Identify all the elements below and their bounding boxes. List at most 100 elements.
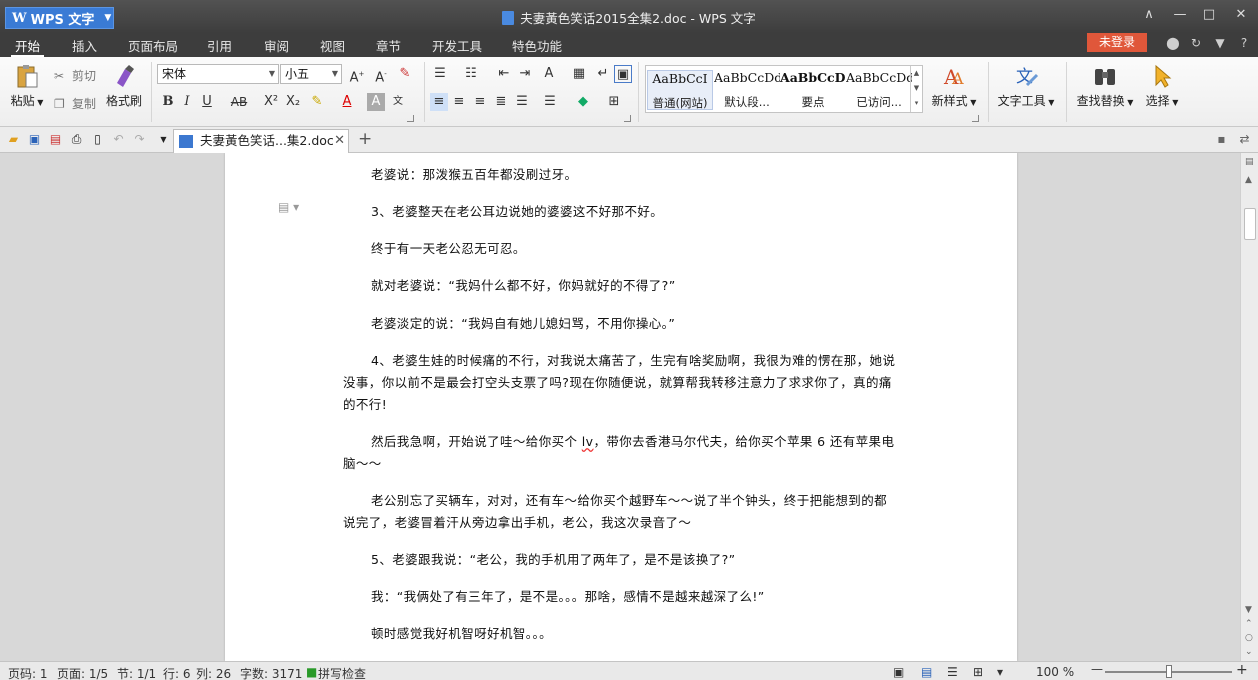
tab-options-icon[interactable]: ⇄ [1237,132,1252,147]
increase-indent-icon[interactable]: ⇥ [516,65,534,83]
clear-format-icon[interactable]: ✎ [396,65,414,83]
bold-icon[interactable]: B [159,93,177,111]
style-key-point[interactable]: AaBbCcDd 要点 [780,70,846,110]
align-right-icon[interactable]: ≡ [471,93,489,111]
prev-page-icon[interactable]: ⌃ [1245,619,1253,629]
cut-button[interactable]: ✂ 剪切 [54,67,96,84]
distribute-icon[interactable]: ☰ [513,93,531,111]
style-default-paragraph[interactable]: AaBbCcDd 默认段... [714,70,780,110]
zoom-level[interactable]: 100 % [1036,665,1074,679]
line-spacing-icon[interactable]: ☰ [541,93,559,111]
chinese-layout-icon[interactable]: A [540,65,558,83]
open-icon[interactable]: ▰ [6,132,21,147]
paragraph[interactable]: 然后我急啊，开始说了哇～给你买个 lv，带你去香港马尔代夫，给你买个苹果 6 还… [343,431,898,475]
next-page-icon[interactable]: ⌄ [1245,647,1253,657]
scroll-down-icon[interactable]: ▼ [1245,605,1252,615]
print-preview-icon[interactable]: ▯ [90,132,105,147]
page-count[interactable]: 页面: 1/5 [57,665,108,680]
page-view-icon[interactable]: ▤ [921,665,932,679]
text-tools-button[interactable]: 文 文字工具 ▼ [995,63,1057,109]
underline-icon[interactable]: U [198,93,216,111]
paragraph[interactable]: 老婆淡定的说：“我妈自有她儿媳妇骂，不用你操心。” [343,313,898,335]
superscript-icon[interactable]: X² [262,93,280,111]
shading-icon[interactable]: ◆ [574,93,592,111]
styles-dialog-launcher[interactable] [972,115,979,122]
spelling-error[interactable]: lv [582,434,594,449]
tab-insert[interactable]: 插入 [72,36,97,54]
align-center-icon[interactable]: ≡ [450,93,468,111]
paragraph[interactable]: 4、老婆生娃的时候痛的不行，对我说太痛苦了，生完有啥奖励啊，我很为难的愣在那，她… [343,350,898,416]
font-color-icon[interactable]: A [338,93,356,111]
word-count[interactable]: 字数: 3171 [240,665,302,680]
minimize-button[interactable]: — [1167,5,1193,25]
tab-references[interactable]: 引用 [207,36,232,54]
outline-view-icon[interactable]: ☰ [947,665,958,679]
tab-view[interactable]: 视图 [320,36,345,54]
align-left-icon[interactable]: ≡ [430,93,448,111]
shirt-icon[interactable]: ▼ [1212,36,1228,52]
find-replace-button[interactable]: 查找替换 ▼ [1074,63,1136,109]
web-view-icon[interactable]: ⊞ [973,665,983,679]
font-dialog-launcher[interactable] [407,115,414,122]
copy-button[interactable]: ❐ 复制 [54,95,96,112]
scroll-thumb[interactable] [1244,208,1256,240]
paragraph[interactable]: 就对老婆说：“我妈什么都不好，你妈就好的不得了?” [343,275,898,297]
collapse-ribbon-button[interactable]: ∧ [1136,5,1162,25]
tab-home[interactable]: 开始 [10,36,45,57]
tab-page-layout[interactable]: 页面布局 [128,36,178,54]
zoom-in-icon[interactable]: + [1236,662,1248,678]
format-painter-button[interactable]: 格式刷 [104,63,144,109]
paragraph-dialog-launcher[interactable] [624,115,631,122]
paragraph-tag-icon[interactable]: ▤ ▾ [278,200,299,214]
close-button[interactable]: ✕ [1228,5,1254,25]
print-icon[interactable]: ⎙ [69,132,84,147]
shrink-font-icon[interactable]: A- [372,65,390,85]
paragraph[interactable]: 终于有一天老公忍无可忍。 [343,238,898,260]
restore-view-icon[interactable]: ▪ [1214,132,1229,147]
save-icon[interactable]: ▣ [27,132,42,147]
show-marks-icon[interactable]: ↵ [594,65,612,83]
tab-sections[interactable]: 章节 [376,36,401,54]
tab-special[interactable]: 特色功能 [512,36,562,54]
borders-icon[interactable]: ⊞ [605,93,623,111]
paragraph[interactable]: 我：“我俩处了有三年了，是不是。。。那啥，感情不是越来越深了么!” [343,586,898,608]
paste-button[interactable]: 粘贴 ▼ [8,63,46,109]
redo-icon[interactable]: ↷ [132,132,147,147]
subscript-icon[interactable]: X₂ [284,93,302,111]
help-icon[interactable]: ? [1236,36,1252,52]
paragraph[interactable]: 顿时感觉我好机智呀好机智。。。 [343,623,898,645]
style-visited[interactable]: AaBbCcDd 已访问... [846,70,912,110]
text-box-icon[interactable]: ▣ [614,65,632,83]
zoom-slider-thumb[interactable] [1165,665,1172,678]
document-tab[interactable]: 夫妻黃色笑话...集2.doc ✕ [173,129,349,153]
skin-icon[interactable]: ⬤ [1165,36,1181,52]
paragraph[interactable]: 老婆说：那泼猴五百年都没刷过牙。 [343,164,898,186]
ruler-toggle-icon[interactable]: ▤ [1245,157,1254,167]
font-name-select[interactable]: 宋体 ▼ [157,64,279,84]
new-tab-button[interactable]: + [358,129,372,149]
vertical-scrollbar[interactable]: ▤ ▲ ▼ ⌃ ○ ⌄ [1240,153,1258,661]
numbered-list-icon[interactable]: ☷ [462,65,480,83]
maximize-button[interactable]: □ [1196,5,1222,25]
tab-review[interactable]: 审阅 [264,36,289,54]
style-normal-web[interactable]: AaBbCcI 普通(网站) [647,70,713,110]
scroll-up-icon[interactable]: ▲ [1245,175,1252,185]
spell-check-toggle[interactable]: 拼写检查 [318,665,366,680]
tab-developer[interactable]: 开发工具 [432,36,482,54]
login-button[interactable]: 未登录 [1087,33,1147,52]
select-button[interactable]: 选择 ▼ [1142,63,1182,109]
phonetic-icon[interactable]: 文 [389,93,407,111]
strikethrough-icon[interactable]: AB [228,93,250,111]
sync-icon[interactable]: ↻ [1188,36,1204,52]
full-screen-icon[interactable]: ▣ [893,665,904,679]
pdf-icon[interactable]: ▤ [48,132,63,147]
table-icon[interactable]: ▦ [570,65,588,83]
close-tab-icon[interactable]: ✕ [334,130,345,152]
paragraph[interactable]: 3、老婆整天在老公耳边说她的婆婆这不好那不好。 [343,201,898,223]
justify-icon[interactable]: ≣ [492,93,510,111]
paragraph[interactable]: 5、老婆跟我说：“老公，我的手机用了两年了，是不是该换了?” [343,549,898,571]
new-style-button[interactable]: AA 新样式 ▼ [928,63,980,109]
italic-icon[interactable]: I [178,93,196,111]
char-shading-icon[interactable]: A [367,93,385,111]
browse-object-icon[interactable]: ○ [1245,633,1253,643]
